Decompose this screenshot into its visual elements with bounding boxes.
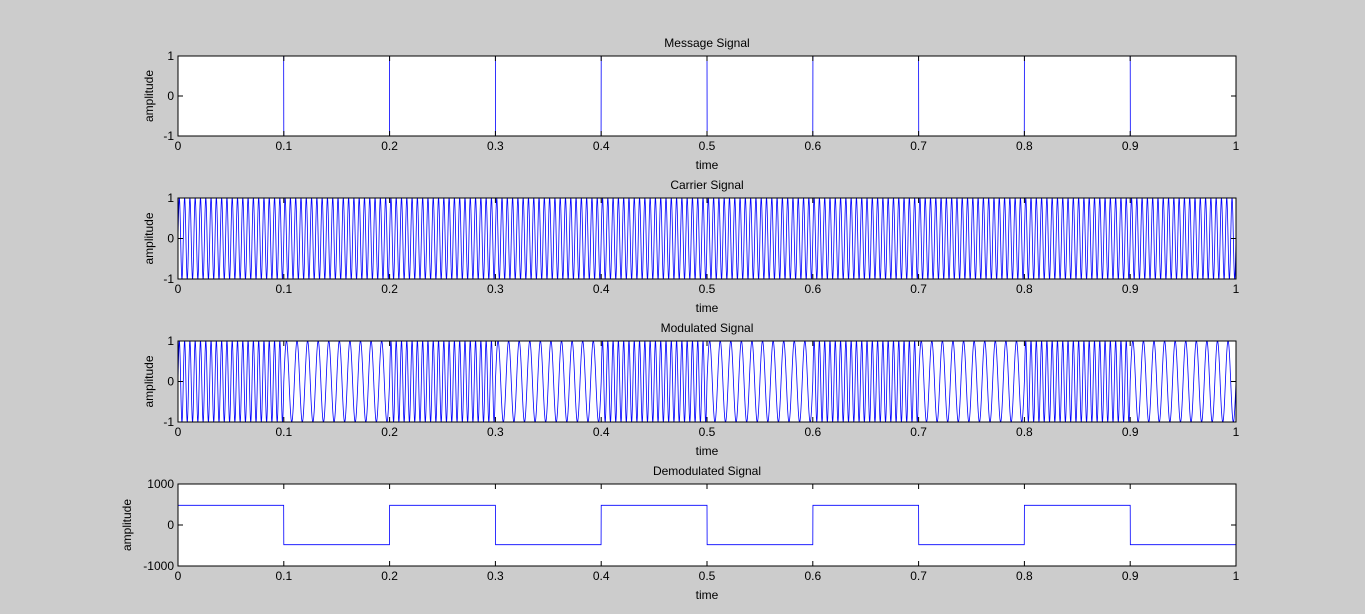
x-tick-label: 0 [175,282,182,296]
x-tick-label: 0.9 [1122,282,1139,296]
x-tick-label: 0.5 [699,569,716,583]
x-tick-label: 0.9 [1122,425,1139,439]
chart-title: Demodulated Signal [653,464,761,478]
x-tick-label: 0.4 [593,569,610,583]
x-axis-label: time [696,301,719,315]
x-tick-label: 0.8 [1016,139,1033,153]
x-tick-label: 0.5 [699,425,716,439]
x-tick-label: 0.7 [910,569,927,583]
figure: 0 0.1 0.2 0.3 0.4 0.5 0.6 0.7 0.8 0.9 1-101Message… [120,36,1240,602]
y-tick-label: 0 [167,375,174,389]
y-axis-label: amplitude [142,212,156,264]
x-tick-label: 0.7 [910,139,927,153]
chart-title: Message Signal [664,36,749,50]
x-tick-label: 0 [175,139,182,153]
y-tick-label: 1000 [147,477,174,491]
x-tick-label: 0.7 [910,282,927,296]
y-tick-label: -1 [163,129,174,143]
y-tick-label: 1 [167,191,174,205]
x-tick-label: 0.6 [804,139,821,153]
y-tick-label: 0 [167,89,174,103]
x-tick-label: 0.4 [593,425,610,439]
x-tick-label: 0.2 [381,425,398,439]
x-tick-label: 0.2 [381,139,398,153]
x-tick-label: 0.5 [699,139,716,153]
x-tick-label: 1 [1233,282,1240,296]
x-tick-label: 0.4 [593,282,610,296]
x-tick-label: 0.2 [381,282,398,296]
y-tick-label: -1000 [143,559,174,573]
x-tick-label: 0.9 [1122,139,1139,153]
x-tick-label: 0 [175,569,182,583]
x-tick-label: 0.3 [487,139,504,153]
x-tick-label: 0.4 [593,139,610,153]
x-tick-label: 0 [175,425,182,439]
x-tick-label: 0.9 [1122,569,1139,583]
x-tick-label: 0.2 [381,569,398,583]
y-tick-label: 0 [167,518,174,532]
y-tick-label: -1 [163,272,174,286]
x-tick-label: 0.7 [910,425,927,439]
x-tick-label: 0.3 [487,425,504,439]
x-tick-label: 0.8 [1016,569,1033,583]
y-tick-label: 1 [167,49,174,63]
chart-title: Carrier Signal [670,178,743,192]
x-tick-label: 1 [1233,425,1240,439]
subplot-2: 0 0.1 0.2 0.3 0.4 0.5 0.6 0.7 0.8 0.9 1-101Carrier… [142,178,1240,315]
chart-title: Modulated Signal [661,321,754,335]
x-tick-label: 0.8 [1016,425,1033,439]
subplot-1: 0 0.1 0.2 0.3 0.4 0.5 0.6 0.7 0.8 0.9 1-101Message… [142,36,1240,172]
x-tick-label: 0.5 [699,282,716,296]
x-tick-label: 0.1 [275,569,292,583]
subplot-3: 0 0.1 0.2 0.3 0.4 0.5 0.6 0.7 0.8 0.9 1-101Modulat… [142,321,1240,458]
x-tick-label: 1 [1233,139,1240,153]
x-axis-label: time [696,588,719,602]
y-tick-label: 1 [167,334,174,348]
x-tick-label: 0.1 [275,425,292,439]
y-axis-label: amplitude [120,499,134,551]
y-axis-label: amplitude [142,70,156,122]
x-tick-label: 0.6 [804,569,821,583]
subplot-4: 0 0.1 0.2 0.3 0.4 0.5 0.6 0.7 0.8 0.9 1-100001000D… [120,464,1240,602]
y-tick-label: -1 [163,415,174,429]
y-tick-label: 0 [167,232,174,246]
y-axis-label: amplitude [142,355,156,407]
x-tick-label: 0.1 [275,139,292,153]
x-tick-label: 0.3 [487,282,504,296]
x-axis-label: time [696,158,719,172]
x-tick-label: 0.6 [804,282,821,296]
x-tick-label: 1 [1233,569,1240,583]
x-axis-label: time [696,444,719,458]
x-tick-label: 0.1 [275,282,292,296]
x-tick-label: 0.6 [804,425,821,439]
x-tick-label: 0.3 [487,569,504,583]
x-tick-label: 0.8 [1016,282,1033,296]
